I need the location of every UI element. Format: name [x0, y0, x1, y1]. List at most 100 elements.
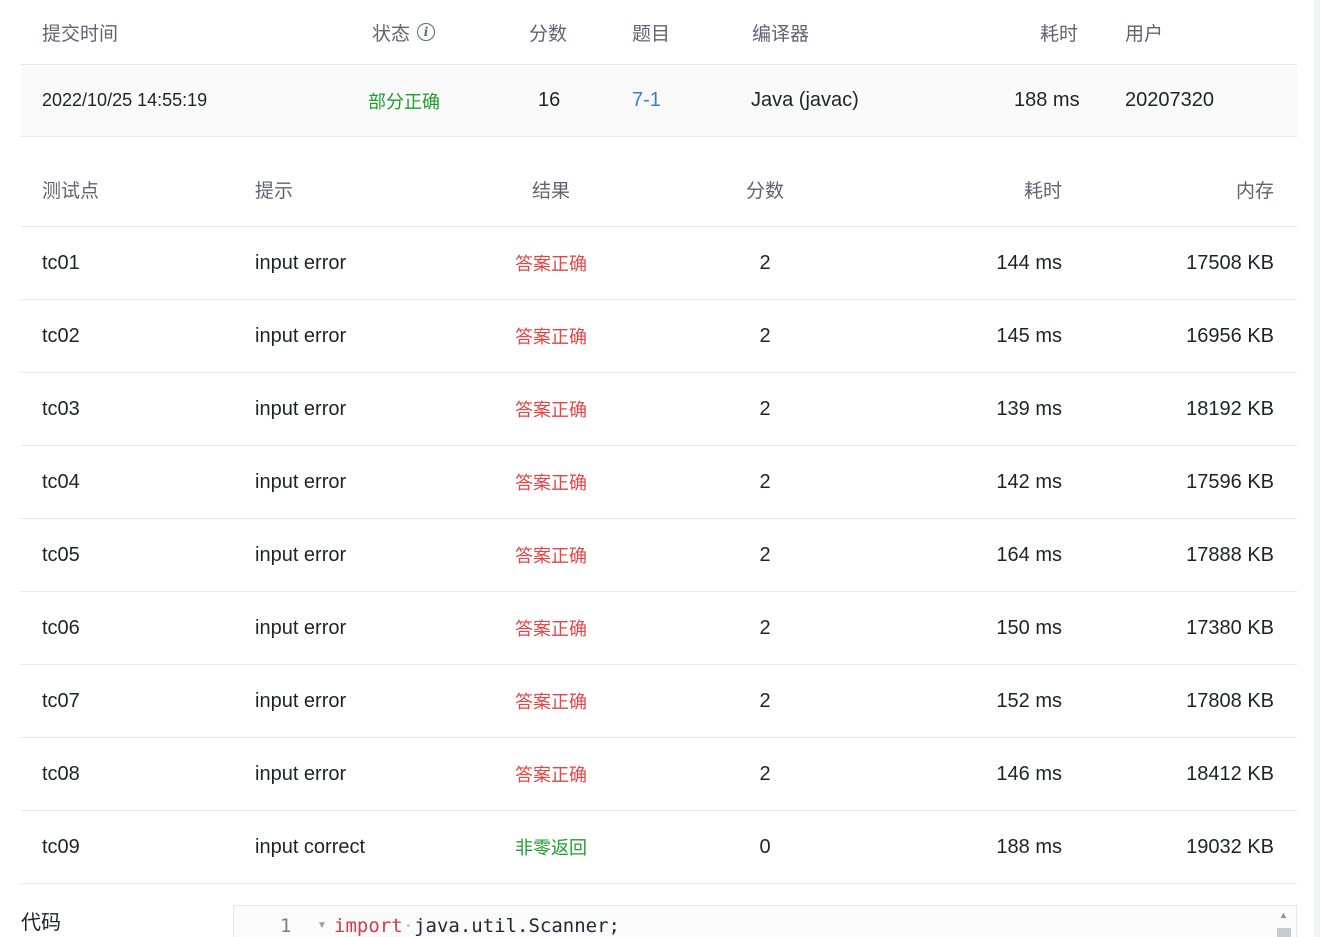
header-problem: 题目 — [632, 23, 671, 45]
testcase-row: tc02 input error 答案正确 2 145 ms 16956 KB — [21, 300, 1297, 373]
testcase-score: 2 — [759, 251, 771, 274]
header-score: 分数 — [529, 23, 568, 45]
header-status-label: 状态 — [372, 23, 411, 45]
code-import-path: java.util.Scanner; — [414, 915, 620, 937]
testcase-score: 2 — [759, 470, 771, 493]
testcase-id: tc09 — [42, 835, 80, 858]
submit-time: 2022/10/25 14:55:19 — [42, 90, 208, 110]
testcase-row: tc04 input error 答案正确 2 142 ms 17596 KB — [21, 446, 1297, 519]
testcase-memory: 17808 KB — [1186, 689, 1274, 712]
testcase-memory: 17508 KB — [1186, 251, 1274, 274]
testcase-elapsed: 139 ms — [996, 397, 1062, 420]
testcase-memory: 17596 KB — [1186, 470, 1274, 493]
testcase-result: 答案正确 — [515, 765, 587, 785]
testcase-hint: input error — [255, 251, 347, 274]
testcase-hint: input error — [255, 762, 347, 785]
testcase-hint: input error — [255, 470, 347, 493]
submission-table-header: 提交时间 状态 i 分数 题目 编译器 耗时 用户 — [21, 0, 1297, 65]
testcase-hint: input error — [255, 543, 347, 566]
testcase-row: tc09 input correct 非零返回 0 188 ms 19032 KB — [21, 811, 1297, 884]
testcase-memory: 17380 KB — [1186, 616, 1274, 639]
submission-detail-page: 提交时间 状态 i 分数 题目 编译器 耗时 用户 2022/10/25 14:… — [0, 0, 1320, 937]
header-result: 结果 — [531, 181, 570, 202]
submission-row: 2022/10/25 14:55:19 部分正确 16 7-1 Java (ja… — [21, 65, 1297, 137]
testcase-row: tc06 input error 答案正确 2 150 ms 17380 KB — [21, 592, 1297, 665]
testcase-score: 2 — [759, 762, 771, 785]
testcase-elapsed: 188 ms — [996, 835, 1062, 858]
testcase-result: 非零返回 — [515, 838, 587, 858]
header-compiler: 编译器 — [752, 23, 810, 45]
testcase-elapsed: 145 ms — [996, 324, 1062, 347]
scroll-up-arrow-icon[interactable]: ▲ — [1279, 910, 1288, 920]
header-status: 状态 i — [372, 0, 436, 64]
testcase-result: 答案正确 — [515, 473, 587, 493]
code-keyword: import — [334, 915, 403, 937]
header-hint: 提示 — [255, 181, 294, 202]
testcase-memory: 19032 KB — [1186, 835, 1274, 858]
testcase-elapsed: 152 ms — [996, 689, 1062, 712]
header-submit-time: 提交时间 — [42, 23, 119, 45]
testcase-hint: input error — [255, 616, 347, 639]
testcase-memory: 18192 KB — [1186, 397, 1274, 420]
testcase-score: 2 — [759, 543, 771, 566]
testcase-hint: input error — [255, 689, 347, 712]
info-circle-icon[interactable]: i — [417, 23, 436, 41]
testcase-hint: input error — [255, 397, 347, 420]
testcase-elapsed: 142 ms — [996, 470, 1062, 493]
testcase-result: 答案正确 — [515, 619, 587, 639]
testcase-row: tc03 input error 答案正确 2 139 ms 18192 KB — [21, 373, 1297, 446]
testcase-result: 答案正确 — [515, 254, 587, 274]
testcase-elapsed: 146 ms — [996, 762, 1062, 785]
code-scrollbar[interactable]: ▲ — [1276, 908, 1292, 937]
problem-cell: 7-1 — [632, 65, 661, 136]
code-line: import·java.util.Scanner; — [334, 915, 620, 937]
scrollbar-thumb[interactable] — [1277, 928, 1291, 937]
line-number: 1 — [280, 915, 292, 937]
testcase-table-header: 测试点 提示 结果 分数 耗时 内存 — [21, 153, 1297, 227]
header-memory: 内存 — [1235, 181, 1274, 202]
testcase-memory: 18412 KB — [1186, 762, 1274, 785]
compiler-value: Java (javac) — [751, 89, 859, 111]
testcase-result: 答案正确 — [515, 327, 587, 347]
testcase-id: tc03 — [42, 397, 80, 420]
code-label: 代码 — [21, 912, 61, 934]
header-elapsed: 耗时 — [1040, 23, 1079, 45]
testcase-score: 2 — [759, 689, 771, 712]
testcase-hint: input error — [255, 324, 347, 347]
testcase-memory: 16956 KB — [1186, 324, 1274, 347]
testcase-id: tc06 — [42, 616, 80, 639]
header-user: 用户 — [1125, 23, 1164, 45]
testcase-elapsed: 150 ms — [996, 616, 1062, 639]
testcase-score: 2 — [759, 324, 771, 347]
testcase-row: tc05 input error 答案正确 2 164 ms 17888 KB — [21, 519, 1297, 592]
testcase-id: tc05 — [42, 543, 80, 566]
testcase-score: 2 — [759, 397, 771, 420]
testcase-row: tc07 input error 答案正确 2 152 ms 17808 KB — [21, 665, 1297, 738]
testcase-id: tc08 — [42, 762, 80, 785]
testcase-score: 0 — [759, 835, 771, 858]
status-badge: 部分正确 — [368, 91, 440, 112]
testcase-id: tc07 — [42, 689, 80, 712]
fold-arrow-icon[interactable]: ▼ — [317, 920, 327, 931]
submission-score: 16 — [538, 89, 561, 111]
testcase-result: 答案正确 — [515, 400, 587, 420]
testcase-table-body: tc01 input error 答案正确 2 144 ms 17508 KB tc02 in… — [21, 227, 1297, 884]
testcase-score: 2 — [759, 616, 771, 639]
testcase-result: 答案正确 — [515, 546, 587, 566]
submission-user: 20207320 — [1125, 89, 1214, 111]
code-editor[interactable]: 1 ▼ import·java.util.Scanner; ▲ — [233, 905, 1297, 937]
header-score: 分数 — [745, 181, 784, 202]
testcase-hint: input correct — [255, 835, 366, 858]
testcase-id: tc04 — [42, 470, 80, 493]
testcase-id: tc01 — [42, 251, 80, 274]
testcase-elapsed: 144 ms — [996, 251, 1062, 274]
problem-link[interactable]: 7-1 — [632, 89, 661, 112]
testcase-elapsed: 164 ms — [996, 543, 1062, 566]
testcase-row: tc08 input error 答案正确 2 146 ms 18412 KB — [21, 738, 1297, 811]
whitespace-dot: · — [402, 915, 415, 937]
testcase-id: tc02 — [42, 324, 80, 347]
page-scrollbar-track[interactable] — [1314, 0, 1320, 937]
testcase-memory: 17888 KB — [1186, 543, 1274, 566]
header-elapsed: 耗时 — [1023, 181, 1062, 202]
submission-elapsed: 188 ms — [1014, 89, 1080, 111]
